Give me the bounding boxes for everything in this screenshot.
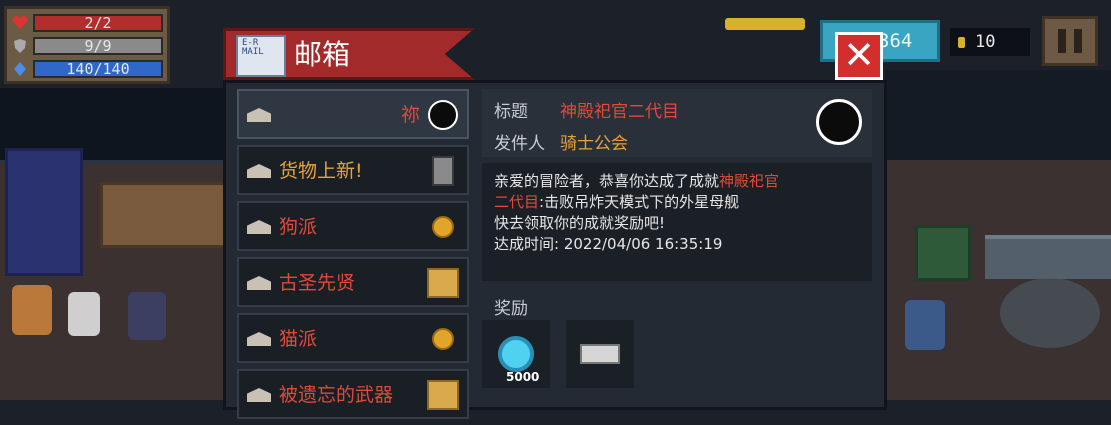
coin-counter: 10: [950, 28, 1030, 56]
pause-icon: [1074, 29, 1082, 53]
heart-icon: [11, 14, 29, 32]
mail-icon: E-R MAIL: [236, 35, 286, 77]
envelope-icon: [247, 276, 271, 290]
achievement-name: 二代目: [494, 193, 540, 211]
energy-row: 140/140: [11, 58, 163, 80]
reward-gem[interactable]: 5000: [482, 320, 550, 388]
mail-item-title: 狗派: [279, 216, 318, 238]
npc-character: [68, 292, 100, 336]
pause-icon: [1058, 29, 1066, 53]
stairs: [985, 235, 1111, 279]
mail-body-line: 二代目:击败吊炸天模式下的外星母舰: [494, 192, 860, 213]
envelope-icon: [247, 332, 271, 346]
mail-detail: 标题 神殿祀官二代目 发件人 骑士公会 亲爱的冒险者，恭喜你达成了成就神殿祀官 …: [482, 89, 872, 281]
mail-body-text: 亲爱的冒险者，恭喜你达成了成就: [494, 172, 720, 190]
envelope-icon: [247, 164, 271, 178]
ticket-icon: [580, 344, 620, 364]
gold-bar: [725, 18, 805, 30]
mail-body-line: 快去领取你的成就奖励吧!: [494, 214, 666, 232]
energy-icon: [11, 60, 29, 78]
player-character: [128, 292, 166, 340]
mail-item-title: 古圣先贤: [279, 272, 356, 294]
scroll-icon: [427, 267, 459, 299]
sender-label: 发件人: [494, 134, 545, 154]
mail-item[interactable]: 古圣先贤: [237, 257, 469, 307]
desk: [100, 182, 226, 248]
reward-ticket[interactable]: [566, 320, 634, 388]
shield-icon: [11, 37, 29, 55]
mail-item[interactable]: 被遗忘的武器: [237, 369, 469, 419]
mailbox-header: E-R MAIL 邮箱: [223, 28, 475, 80]
mailbox-title: 邮箱: [294, 38, 351, 71]
energy-bar: 140/140: [33, 60, 163, 78]
mail-icon-label: E-R MAIL: [242, 38, 264, 57]
coin-icon: [427, 211, 459, 243]
mail-body-line: 达成时间: 2022/04/06 16:35:19: [494, 235, 723, 253]
npc-character: [905, 300, 945, 350]
close-button[interactable]: ✕: [835, 32, 883, 80]
armor-row: 9/9: [11, 35, 163, 57]
envelope-icon: [247, 108, 271, 122]
gem-icon: [498, 336, 534, 372]
pause-button[interactable]: [1042, 16, 1098, 66]
player-stats-panel: 2/2 9/9 140/140: [4, 6, 170, 84]
weapon-button[interactable]: [1000, 278, 1100, 348]
mail-item-title: 祢: [401, 104, 421, 126]
mail-body-text: :击败吊炸天模式下的外星母舰: [539, 193, 740, 211]
reward-count: 5000: [506, 370, 540, 384]
mail-item[interactable]: 祢: [237, 89, 469, 139]
armor-bar: 9/9: [33, 37, 163, 55]
npc-character: [12, 285, 52, 335]
subject-label: 标题: [494, 102, 528, 122]
envelope-icon: [247, 220, 271, 234]
rewards-label: 奖励: [494, 299, 528, 319]
mail-body: 亲爱的冒险者，恭喜你达成了成就神殿祀官 二代目:击败吊炸天模式下的外星母舰 快去…: [482, 163, 872, 281]
potion-shelf: [5, 148, 83, 276]
mail-item-title: 货物上新!: [279, 160, 363, 182]
crate: [915, 225, 971, 281]
coin-icon: [427, 323, 459, 355]
mail-meta: 标题 神殿祀官二代目 发件人 骑士公会: [482, 89, 872, 157]
scroll-icon: [427, 379, 459, 411]
mail-body-line: 亲爱的冒险者，恭喜你达成了成就神殿祀官: [494, 171, 860, 192]
coin-count: 10: [975, 32, 996, 52]
sender-avatar: [816, 99, 862, 145]
coin-icon: [958, 37, 965, 48]
sender-value: 骑士公会: [560, 134, 628, 154]
subject-value: 神殿祀官二代目: [560, 102, 679, 122]
mail-item[interactable]: 货物上新!: [237, 145, 469, 195]
mail-item-title: 被遗忘的武器: [279, 384, 394, 406]
mail-item[interactable]: 狗派: [237, 201, 469, 251]
mail-item[interactable]: 猫派: [237, 313, 469, 363]
avatar-icon: [427, 99, 459, 131]
hp-bar: 2/2: [33, 14, 163, 32]
achievement-name: 神殿祀官: [719, 172, 780, 190]
hp-row: 2/2: [11, 12, 163, 34]
mail-list: 祢 货物上新! 狗派 古圣先贤 猫派 被遗忘的武器: [237, 89, 473, 425]
npc-icon: [427, 155, 459, 187]
mail-item-title: 猫派: [279, 328, 318, 350]
wall: [885, 70, 1111, 160]
